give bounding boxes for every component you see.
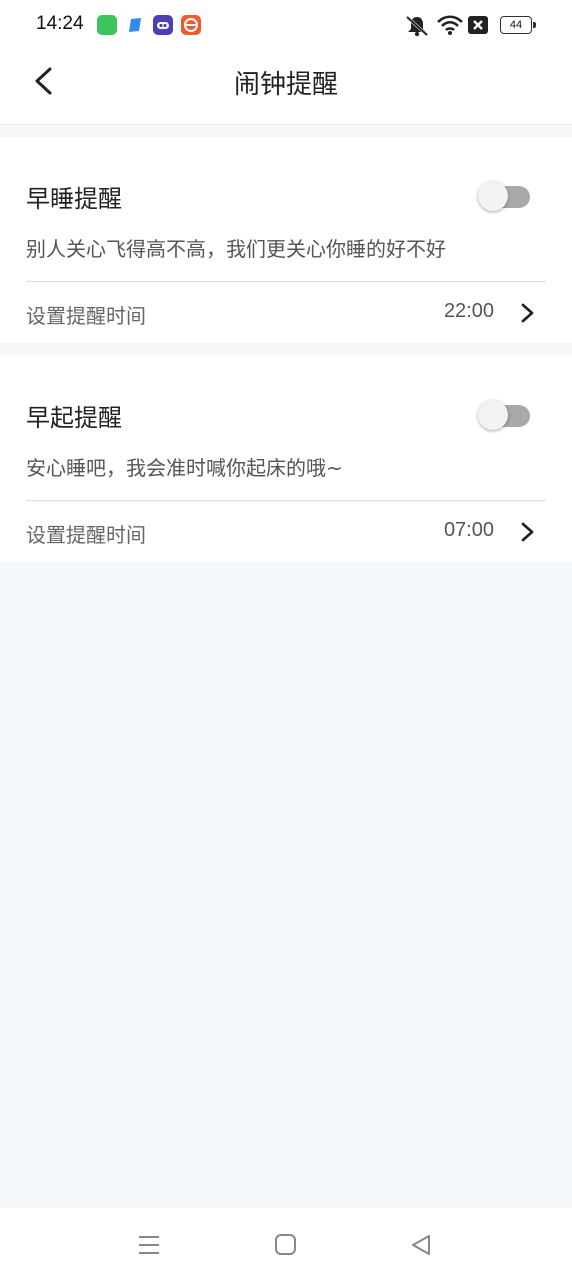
early-rise-description: 安心睡吧，我会准时喊你起床的哦~: [26, 456, 343, 480]
early-sleep-toggle[interactable]: [478, 181, 530, 211]
top-app-bar: 闹钟提醒: [0, 52, 572, 125]
early-rise-toggle[interactable]: [478, 400, 530, 430]
early-rise-title: 早起提醒: [26, 404, 122, 432]
toggle-knob: [478, 400, 508, 430]
home-icon[interactable]: [273, 1232, 299, 1258]
early-sleep-title: 早睡提醒: [26, 185, 122, 213]
early-rise-card: 早起提醒 安心睡吧，我会准时喊你起床的哦~ 设置提醒时间 07:00: [0, 356, 572, 562]
system-nav-bar: [0, 1208, 572, 1280]
app-blue-icon: [125, 15, 145, 35]
set-time-label: 设置提醒时间: [26, 523, 146, 547]
early-sleep-card: 早睡提醒 别人关心飞得高不高，我们更关心你睡的好不好 设置提醒时间 22:00: [0, 137, 572, 343]
back-icon[interactable]: [409, 1232, 435, 1258]
time-value: 22:00: [443, 300, 494, 322]
divider: [26, 500, 546, 501]
wifi-icon: [437, 15, 463, 35]
divider: [26, 281, 546, 282]
time-value: 07:00: [443, 519, 494, 541]
signal-off-icon: [468, 16, 488, 34]
set-time-label: 设置提醒时间: [26, 304, 146, 328]
menu-icon[interactable]: [136, 1232, 162, 1258]
battery-icon: 44: [500, 16, 536, 34]
status-time: 14:24: [36, 13, 84, 34]
status-bar: 14:24 44: [0, 0, 572, 52]
app-purple-icon: [153, 15, 173, 35]
mute-icon: [405, 15, 429, 37]
chevron-right-icon: [521, 522, 534, 542]
app-green-icon: [97, 15, 117, 35]
app-orange-icon: [181, 15, 201, 35]
chevron-right-icon: [521, 303, 534, 323]
early-sleep-description: 别人关心飞得高不高，我们更关心你睡的好不好: [26, 237, 446, 261]
toggle-knob: [478, 181, 508, 211]
page-title: 闹钟提醒: [233, 70, 338, 100]
